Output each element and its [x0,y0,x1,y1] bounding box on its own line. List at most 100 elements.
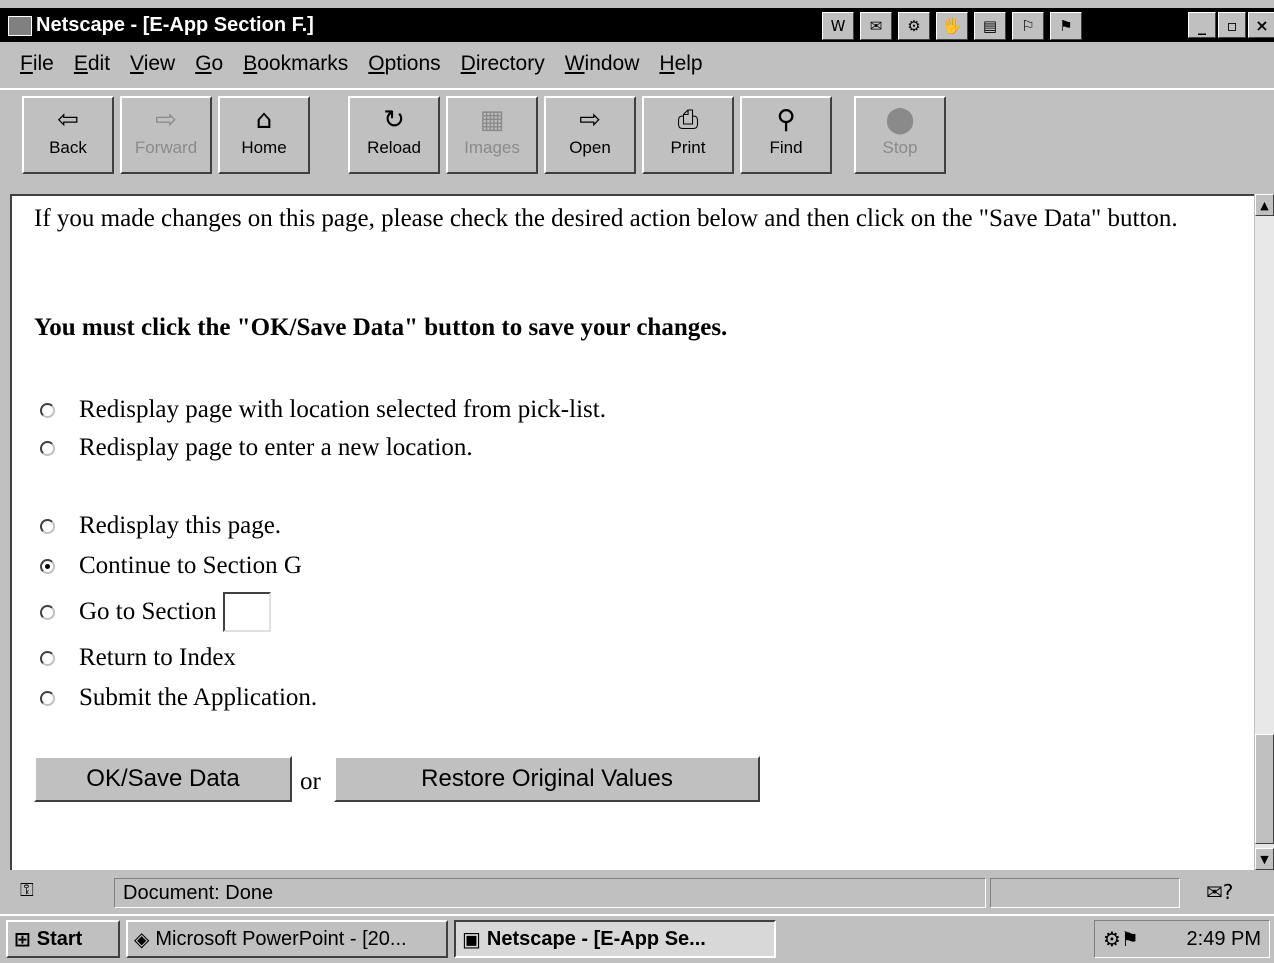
option-continue-g-label: Continue to Section G [79,552,302,579]
find-label: Find [769,138,803,157]
radio-return-index[interactable] [40,650,55,666]
option-submit-app-label: Submit the Application. [79,684,318,711]
reload-button[interactable]: ↻ Reload [348,96,440,174]
forward-button[interactable]: ⇨ Forward [120,96,212,174]
windows-taskbar: ⊞ Start ◈ Microsoft PowerPoint - [20... … [0,914,1274,963]
windows-logo-icon: ⊞ [14,927,31,951]
start-label: Start [36,927,83,950]
menu-window[interactable]: Window [555,52,650,76]
menu-help[interactable]: Help [649,52,712,76]
print-icon: ⎙ [677,105,699,135]
menu-bookmarks[interactable]: Bookmarks [233,52,358,76]
stop-button[interactable]: ⬤ Stop [854,96,946,174]
radio-new-location[interactable] [40,440,55,456]
radio-continue-g[interactable] [40,558,55,574]
document-icon[interactable]: ▤ [974,12,1006,40]
print-label: Print [670,138,706,157]
window-controls: _ ▫ × [1188,12,1274,38]
option-return-index-label: Return to Index [79,644,236,671]
radio-goto-section[interactable] [40,604,55,620]
mail-icon[interactable]: ✉? [1206,880,1233,904]
window-title: Netscape - [E-App Section F.] [36,14,314,36]
maximize-button[interactable]: ▫ [1218,12,1246,38]
option-continue-g[interactable]: Continue to Section G [40,548,302,584]
navigation-toolbar: ⇦ Back ⇨ Forward ⌂ Home ↻ Reload ▦ Image… [0,88,1274,190]
menu-view[interactable]: View [120,52,185,76]
powerpoint-icon: ◈ [134,927,150,951]
open-button[interactable]: ⇨ Open [544,96,636,174]
restore-original-values-button[interactable]: Restore Original Values [334,756,760,802]
radio-redisplay[interactable] [40,518,55,534]
reload-icon: ↻ [383,105,405,135]
or-text: or [300,768,321,795]
find-icon: ⚲ [776,105,796,135]
close-button[interactable]: × [1248,12,1274,38]
tray-icons[interactable]: ⚙⚑ [1103,927,1139,951]
mail-icon[interactable]: ✉ [860,12,892,40]
start-button[interactable]: ⊞ Start [6,920,120,958]
status-text: Document: Done [114,878,986,908]
task-netscape[interactable]: ▣ Netscape - [E-App Se... [454,920,776,958]
option-new-location[interactable]: Redisplay page to enter a new location. [40,430,473,466]
option-redisplay[interactable]: Redisplay this page. [40,508,281,544]
save-warning: You must click the "OK/Save Data" button… [34,314,728,341]
open-icon: ⇨ [579,105,601,135]
forward-label: Forward [134,138,198,157]
page-content: If you made changes on this page, please… [10,194,1254,870]
option-goto-section-label: Go to Section [79,598,217,625]
netscape-window: Netscape - [E-App Section F.] W ✉ ⚙ 🖐 ▤ … [0,0,1274,963]
scroll-up-icon[interactable]: ▲ [1255,194,1274,216]
radio-pick-list[interactable] [40,402,55,418]
component-bar: W ✉ ⚙ 🖐 ▤ ⚐ ⚑ [822,12,1082,40]
title-bar[interactable]: Netscape - [E-App Section F.] W ✉ ⚙ 🖐 ▤ … [0,8,1274,42]
ok-save-data-button[interactable]: OK/Save Data [34,756,292,802]
option-pick-list-label: Redisplay page with location selected fr… [79,396,606,423]
menu-bar: File Edit View Go Bookmarks Options Dire… [0,44,1274,84]
find-button[interactable]: ⚲ Find [740,96,832,174]
option-new-location-label: Redisplay page to enter a new location. [79,434,473,461]
option-return-index[interactable]: Return to Index [40,640,236,676]
images-label: Images [464,138,520,157]
menu-options[interactable]: Options [358,52,450,76]
vertical-scrollbar[interactable]: ▲ ▼ [1254,194,1274,870]
back-label: Back [49,138,87,157]
reload-label: Reload [367,138,421,157]
home-button[interactable]: ⌂ Home [218,96,310,174]
security-key-icon[interactable]: ⚿ [20,880,90,904]
netscape-icon: ▣ [462,927,481,951]
open-label: Open [569,138,611,157]
option-submit-app[interactable]: Submit the Application. [40,680,317,716]
scrollbar-thumb[interactable] [1255,734,1274,844]
option-pick-list[interactable]: Redisplay page with location selected fr… [40,392,606,428]
back-arrow-icon: ⇦ [57,105,79,135]
flag-icon[interactable]: ⚑ [1050,12,1082,40]
status-bar: ⚿ Document: Done ✉? [0,874,1274,912]
option-goto-section[interactable]: Go to Section [40,592,271,632]
option-redisplay-label: Redisplay this page. [79,512,282,539]
images-button[interactable]: ▦ Images [446,96,538,174]
word-icon[interactable]: W [822,12,854,40]
menu-go[interactable]: Go [185,52,233,76]
section-number-input[interactable] [222,592,271,632]
netscape-icon[interactable] [8,16,32,36]
menu-file[interactable]: File [0,52,64,76]
menu-directory[interactable]: Directory [451,52,555,76]
intro-text: If you made changes on this page, please… [34,205,1178,232]
back-button[interactable]: ⇦ Back [22,96,114,174]
progress-bar [990,878,1180,908]
hand-icon[interactable]: 🖐 [936,12,968,40]
clock[interactable]: 2:49 PM [1187,928,1261,951]
minimize-button[interactable]: _ [1188,12,1216,38]
binoculars-icon[interactable]: ⚐ [1012,12,1044,40]
system-tray: ⚙⚑ 2:49 PM [1094,920,1270,958]
home-icon: ⌂ [255,105,273,135]
stop-label: Stop [882,138,918,157]
task-powerpoint[interactable]: ◈ Microsoft PowerPoint - [20... [126,920,448,958]
scroll-down-icon[interactable]: ▼ [1255,848,1274,870]
menu-edit[interactable]: Edit [64,52,120,76]
task-powerpoint-label: Microsoft PowerPoint - [20... [155,927,407,950]
radio-submit-app[interactable] [40,690,55,706]
forward-arrow-icon: ⇨ [155,105,177,135]
settings-icon[interactable]: ⚙ [898,12,930,40]
print-button[interactable]: ⎙ Print [642,96,734,174]
